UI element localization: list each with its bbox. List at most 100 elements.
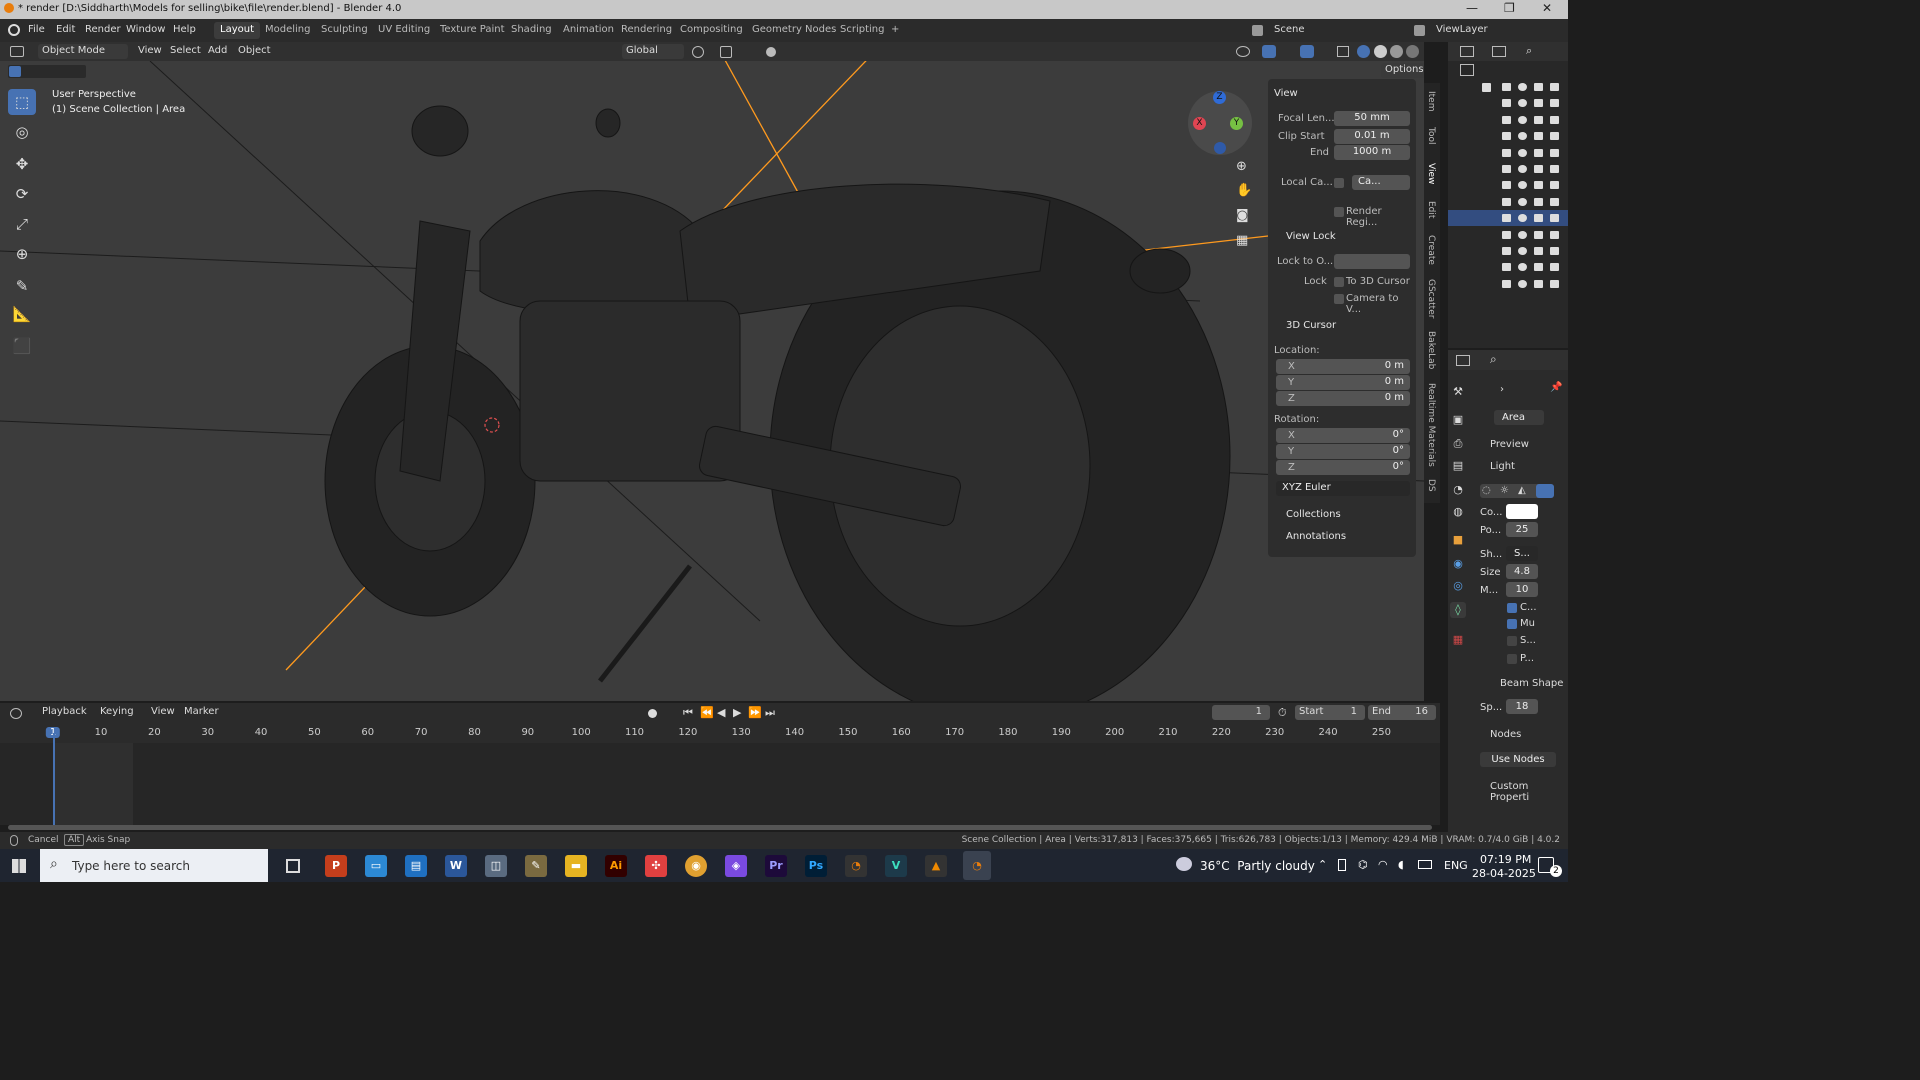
menu-view[interactable]: View xyxy=(134,44,166,59)
add-workspace-button[interactable]: + xyxy=(885,22,905,39)
tab-compositing[interactable]: Compositing xyxy=(674,22,749,39)
focal-length-field[interactable]: 50 mm xyxy=(1334,111,1410,126)
viewport-icon[interactable] xyxy=(1534,230,1543,239)
clip-end-field[interactable]: 1000 m xyxy=(1334,145,1410,160)
tab-item[interactable]: Item xyxy=(1426,91,1436,112)
output-properties-icon[interactable]: ⎙ xyxy=(1450,436,1466,452)
viewport-icon[interactable] xyxy=(1534,165,1543,173)
beam-shape-header[interactable]: Beam Shape xyxy=(1500,678,1563,689)
ortho-grid-icon[interactable]: ▦ xyxy=(1236,233,1248,248)
restrict-select-icon[interactable] xyxy=(1502,279,1511,288)
shading-material-icon[interactable] xyxy=(1390,45,1403,58)
tab-tool[interactable]: Tool xyxy=(1426,127,1436,144)
spot-light-icon[interactable]: ◭ xyxy=(1518,485,1526,496)
windows-start-icon[interactable] xyxy=(12,859,26,873)
tab-edit[interactable]: Edit xyxy=(1426,201,1436,218)
outliner-display-icon[interactable] xyxy=(1492,46,1506,57)
size-field[interactable]: 4.8 xyxy=(1506,564,1538,579)
timeline-editor-icon[interactable] xyxy=(10,708,22,719)
navigation-gizmo[interactable]: Z X Y xyxy=(1188,91,1252,155)
blender-app-icon[interactable]: ◔ xyxy=(845,855,867,877)
close-button[interactable]: ✕ xyxy=(1542,1,1552,15)
nodes-panel-header[interactable]: Nodes xyxy=(1490,729,1521,740)
viewlayer-icon[interactable] xyxy=(1414,25,1425,36)
menu-timeline-view[interactable]: View xyxy=(147,705,179,720)
eye-icon[interactable] xyxy=(1518,83,1527,91)
light-type-buttons[interactable]: ◌ ☼ ◭ xyxy=(1480,484,1554,498)
outliner-editor-icon[interactable] xyxy=(1460,46,1474,57)
measure-tool[interactable]: 📐 xyxy=(8,301,36,327)
gizmo-negz-axis[interactable] xyxy=(1214,142,1226,154)
gizmo-x-axis[interactable]: X xyxy=(1193,117,1206,130)
camera-render-icon[interactable] xyxy=(1550,230,1559,239)
outliner-filter-icon[interactable] xyxy=(1460,64,1474,76)
clip-start-field[interactable]: 0.01 m xyxy=(1334,129,1410,144)
app-icon[interactable]: ◫ xyxy=(485,855,507,877)
scene-icon[interactable] xyxy=(1252,25,1263,36)
3d-viewport[interactable]: ⬚ ◎ ✥ ⟳ ⤢ ⊕ ✎ 📐 ⬛ User Perspective (1) S… xyxy=(0,61,1424,701)
viewport-icon[interactable] xyxy=(1534,197,1543,206)
jump-start-icon[interactable]: ⏮ xyxy=(683,706,693,720)
eye-icon[interactable] xyxy=(1518,279,1527,288)
3d-cursor-header[interactable]: 3D Cursor xyxy=(1286,320,1336,331)
light-data-properties-icon[interactable]: ◊ xyxy=(1450,602,1466,618)
xray-icon[interactable] xyxy=(1337,46,1349,57)
lock-to-cursor-checkbox[interactable] xyxy=(1334,277,1344,287)
viewport-icon[interactable] xyxy=(1534,279,1543,288)
local-camera-checkbox[interactable] xyxy=(1334,178,1344,188)
photoshop-app-icon[interactable]: Ps xyxy=(805,855,827,877)
gizmo-toggle-icon[interactable] xyxy=(1262,45,1276,58)
viewport-icon[interactable] xyxy=(1534,83,1543,91)
start-frame-field[interactable]: Start 1 xyxy=(1295,705,1365,720)
lock-to-object-field[interactable] xyxy=(1334,254,1410,269)
language-indicator[interactable]: ENG xyxy=(1444,859,1468,872)
restrict-select-icon[interactable] xyxy=(1502,263,1511,272)
render-region-checkbox[interactable] xyxy=(1334,207,1344,217)
taskbar-search-box[interactable]: ⌕ Type here to search xyxy=(40,849,268,882)
outliner-row[interactable] xyxy=(1448,161,1568,177)
files-app-icon[interactable]: ▤ xyxy=(405,855,427,877)
local-camera-field[interactable]: Ca... xyxy=(1352,175,1410,190)
add-cube-tool[interactable]: ⬛ xyxy=(8,333,36,359)
minimize-button[interactable]: — xyxy=(1466,1,1478,15)
timeline-track-area[interactable] xyxy=(0,733,1440,830)
viewport-icon[interactable] xyxy=(1534,214,1543,223)
light-panel-header[interactable]: Light xyxy=(1490,461,1515,472)
world-properties-icon[interactable]: ◍ xyxy=(1450,504,1466,520)
eye-icon[interactable] xyxy=(1518,148,1527,157)
rotation-mode-selector[interactable]: XYZ Euler xyxy=(1276,481,1410,496)
viewport-icon[interactable] xyxy=(1534,99,1543,108)
gizmo-y-axis[interactable]: Y xyxy=(1230,117,1243,130)
tab-gscatter[interactable]: GScatter xyxy=(1426,279,1436,318)
camera-render-icon[interactable] xyxy=(1550,279,1559,288)
mode-selector[interactable]: Object Mode xyxy=(38,44,128,59)
menu-object[interactable]: Object xyxy=(234,44,275,59)
properties-editor-icon[interactable] xyxy=(1456,355,1470,366)
view-lock-header[interactable]: View Lock xyxy=(1286,231,1336,242)
camera-render-icon[interactable] xyxy=(1550,214,1559,223)
record-icon[interactable] xyxy=(648,709,657,718)
eye-icon[interactable] xyxy=(1518,181,1527,190)
camera-render-icon[interactable] xyxy=(1550,83,1559,91)
viewport-icon[interactable] xyxy=(1534,263,1543,272)
premiere-app-icon[interactable]: Pr xyxy=(765,855,787,877)
c-checkbox[interactable] xyxy=(1507,603,1517,613)
outliner-search-icon[interactable]: ⌕ xyxy=(1526,44,1532,58)
texture-properties-icon[interactable]: ▦ xyxy=(1450,632,1466,648)
select-box-tool[interactable]: ⬚ xyxy=(8,89,36,115)
menu-marker[interactable]: Marker xyxy=(180,705,223,720)
preview-panel-header[interactable]: Preview xyxy=(1490,439,1529,450)
tab-modeling[interactable]: Modeling xyxy=(259,22,317,39)
power-field[interactable]: 25 xyxy=(1506,522,1538,537)
task-view-icon[interactable] xyxy=(286,859,300,873)
zoom-icon[interactable]: ⊕ xyxy=(1236,159,1247,174)
cursor-location-z[interactable]: 0 m xyxy=(1276,391,1410,406)
viewlayer-properties-icon[interactable]: ▤ xyxy=(1450,458,1466,474)
select-new-icon[interactable] xyxy=(9,66,21,77)
transform-tool[interactable]: ⊕ xyxy=(8,241,36,267)
tab-shading[interactable]: Shading xyxy=(505,22,558,39)
timeline-ruler[interactable]: 1102030405060708090100110120130140150160… xyxy=(0,723,1440,743)
pin-icon[interactable]: 📌 xyxy=(1550,382,1562,393)
area-light-icon[interactable] xyxy=(1536,484,1554,498)
cursor-rotation-z[interactable]: 0° xyxy=(1276,460,1410,475)
